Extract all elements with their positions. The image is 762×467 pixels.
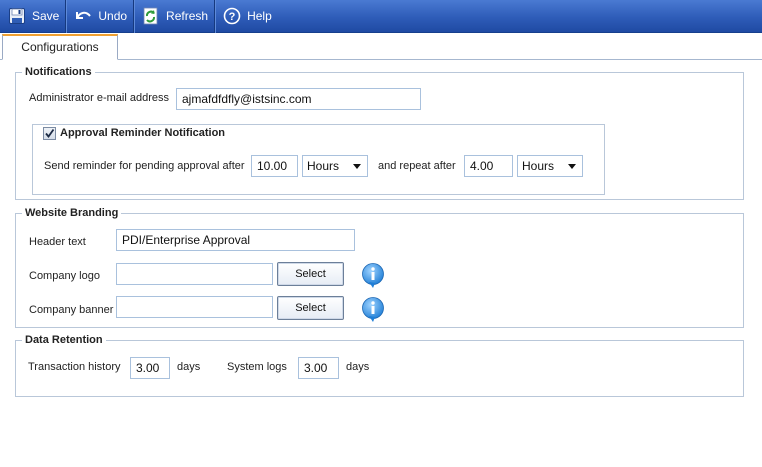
- undo-label: Undo: [98, 9, 128, 23]
- transaction-days-label: days: [177, 361, 201, 373]
- undo-icon: [74, 7, 92, 25]
- chevron-down-icon: [568, 164, 576, 169]
- company-banner-label: Company banner: [29, 304, 114, 316]
- info-icon[interactable]: [361, 263, 385, 289]
- website-branding-legend: Website Branding: [25, 207, 119, 219]
- approval-reminder-label: Approval Reminder Notification: [60, 127, 226, 139]
- refresh-button[interactable]: Refresh: [134, 0, 216, 33]
- save-icon: [8, 7, 26, 25]
- repeat-after-unit-select[interactable]: Hours: [517, 155, 583, 177]
- info-icon[interactable]: [361, 297, 385, 323]
- notifications-legend: Notifications: [25, 66, 92, 78]
- help-icon: ?: [223, 7, 241, 25]
- header-text-field[interactable]: PDI/Enterprise Approval: [116, 229, 355, 251]
- refresh-label: Refresh: [166, 9, 209, 23]
- send-reminder-unit-select[interactable]: Hours: [302, 155, 368, 177]
- system-logs-label: System logs: [227, 361, 287, 373]
- send-reminder-label: Send reminder for pending approval after: [44, 160, 245, 172]
- approval-reminder-checkbox[interactable]: [43, 126, 56, 140]
- repeat-after-unit-value: Hours: [522, 159, 555, 173]
- system-logs-days-label: days: [346, 361, 370, 373]
- repeat-after-value-field[interactable]: 4.00: [464, 155, 513, 177]
- repeat-after-label: and repeat after: [378, 160, 456, 172]
- toolbar: Save Undo Refresh ? Help: [0, 0, 762, 33]
- transaction-history-field[interactable]: 3.00: [130, 357, 170, 379]
- help-label: Help: [247, 9, 272, 23]
- send-reminder-unit-value: Hours: [307, 159, 340, 173]
- admin-email-field[interactable]: ajmafdfdfly@istsinc.com: [176, 88, 421, 110]
- header-text-label: Header text: [29, 236, 86, 248]
- tab-strip: Configurations: [0, 34, 762, 60]
- svg-text:?: ?: [229, 11, 236, 23]
- save-button[interactable]: Save: [0, 0, 67, 33]
- company-banner-field[interactable]: [116, 296, 273, 318]
- admin-email-label: Administrator e-mail address: [29, 92, 169, 104]
- company-logo-select-button[interactable]: Select: [277, 262, 344, 286]
- tab-configurations[interactable]: Configurations: [2, 34, 118, 60]
- company-logo-field[interactable]: [116, 263, 273, 285]
- company-logo-label: Company logo: [29, 270, 100, 282]
- undo-button[interactable]: Undo: [66, 0, 135, 33]
- data-retention-legend: Data Retention: [25, 334, 103, 346]
- approval-reminder-legend-wrap: Approval Reminder Notification: [40, 125, 229, 141]
- system-logs-field[interactable]: 3.00: [298, 357, 339, 379]
- save-label: Save: [32, 9, 60, 23]
- chevron-down-icon: [353, 164, 361, 169]
- send-reminder-value-field[interactable]: 10.00: [251, 155, 298, 177]
- refresh-icon: [142, 7, 160, 25]
- data-retention-section: Data Retention: [15, 334, 744, 397]
- checkmark-icon: [45, 128, 55, 138]
- help-button[interactable]: ? Help: [215, 0, 278, 33]
- transaction-history-label: Transaction history: [28, 361, 121, 373]
- company-banner-select-button[interactable]: Select: [277, 296, 344, 320]
